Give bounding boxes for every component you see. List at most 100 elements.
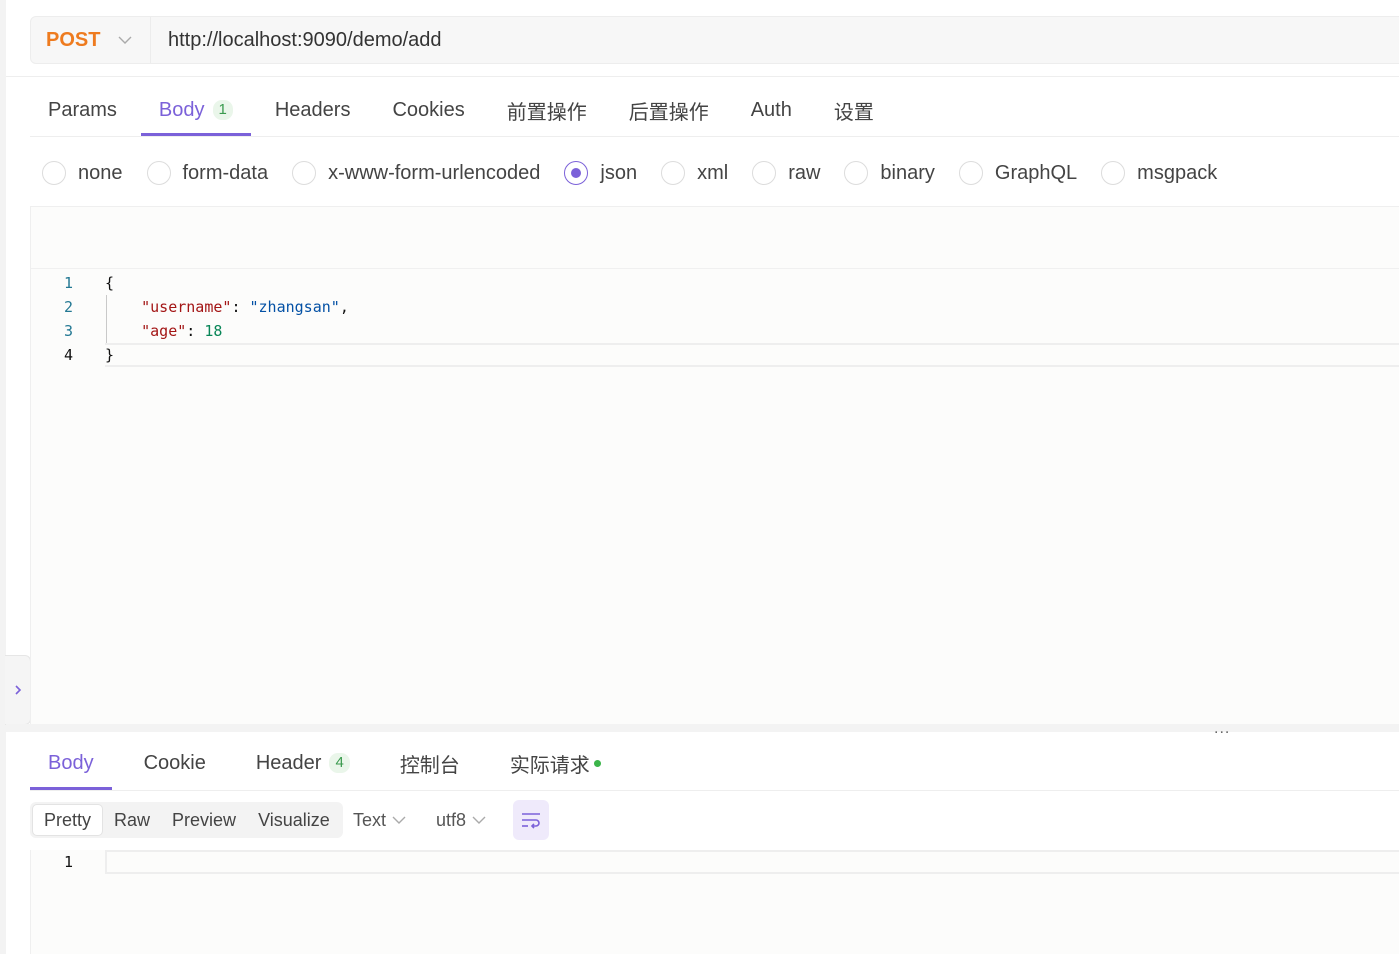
code-line: 4 }: [31, 343, 1399, 367]
resp-tab-actual-request[interactable]: 实际请求: [492, 736, 619, 790]
json-number-value: 18: [204, 322, 223, 340]
left-edge: [0, 0, 6, 954]
tab-post-processors[interactable]: 后置操作: [611, 84, 727, 136]
radio-button-checked[interactable]: [564, 161, 589, 185]
tab-label: Cookies: [392, 98, 465, 121]
sidebar-expand-toggle[interactable]: [5, 655, 31, 725]
divider: [30, 790, 1399, 791]
radio-button[interactable]: [1101, 161, 1126, 185]
radio-label: GraphQL: [994, 161, 1078, 184]
json-comma: ,: [339, 298, 349, 316]
tab-label: 前置操作: [506, 101, 587, 124]
word-wrap-button[interactable]: [513, 800, 549, 840]
resp-tab-console[interactable]: 控制台: [382, 736, 478, 790]
line-number: 1: [63, 853, 73, 871]
encoding-dropdown[interactable]: utf8: [436, 802, 486, 838]
json-separator: :: [231, 298, 250, 316]
more-dots-icon[interactable]: ...: [1214, 720, 1230, 738]
radio-button[interactable]: [661, 161, 686, 185]
tab-label: Auth: [750, 98, 792, 121]
tab-badge: 1: [212, 100, 233, 120]
tab-label: 后置操作: [628, 101, 709, 124]
code-line: 1 {: [31, 271, 1399, 295]
word-wrap-icon: [522, 813, 540, 829]
code-line: 1: [31, 850, 1399, 874]
divider: [6, 76, 1399, 77]
view-raw[interactable]: Raw: [103, 804, 161, 836]
tab-label: 实际请求: [509, 754, 590, 777]
status-dot-icon: [593, 759, 601, 767]
view-pretty[interactable]: Pretty: [32, 804, 104, 836]
body-type-form-data[interactable]: form-data: [146, 161, 269, 185]
tab-label: Headers: [274, 98, 351, 121]
line-number: 1: [63, 274, 73, 292]
body-type-graphql[interactable]: GraphQL: [958, 161, 1078, 185]
chevron-down-icon: [118, 33, 132, 47]
radio-dot: [571, 168, 582, 178]
tab-label: Cookie: [143, 751, 206, 774]
tab-label: Header: [255, 751, 322, 774]
code-text: "username": "zhangsan",: [105, 298, 349, 316]
panel-splitter[interactable]: [6, 724, 1399, 732]
radio-button[interactable]: [958, 161, 983, 185]
radio-label: xml: [697, 161, 729, 184]
radio-button[interactable]: [844, 161, 869, 185]
resp-tab-cookie[interactable]: Cookie: [126, 736, 224, 790]
method-label: POST: [46, 28, 101, 51]
chevron-down-icon: [472, 815, 486, 825]
format-dropdown[interactable]: Text: [353, 802, 406, 838]
line-number: 3: [63, 322, 73, 340]
url-input[interactable]: http://localhost:9090/demo/add: [168, 29, 442, 52]
view-visualize[interactable]: Visualize: [247, 804, 341, 836]
radio-button[interactable]: [292, 161, 317, 185]
line-number: 2: [63, 298, 73, 316]
tab-body[interactable]: Body 1: [140, 84, 251, 136]
tab-pre-processors[interactable]: 前置操作: [489, 84, 605, 136]
tab-label: Params: [48, 98, 117, 121]
code-text: {: [105, 274, 114, 292]
body-type-xml[interactable]: xml: [661, 161, 728, 185]
json-key: "username": [141, 298, 232, 316]
code-area[interactable]: 1 { 2 "username": "zhangsan", 3 "age": 1…: [31, 271, 1399, 367]
json-separator: :: [186, 322, 205, 340]
chevron-down-icon: [392, 815, 406, 825]
code-text: }: [105, 346, 114, 364]
radio-button[interactable]: [146, 161, 171, 185]
tab-label: Body: [158, 98, 205, 121]
radio-button[interactable]: [752, 161, 777, 185]
body-type-none[interactable]: none: [42, 161, 123, 185]
tab-params[interactable]: Params: [30, 84, 135, 136]
tab-auth[interactable]: Auth: [733, 84, 810, 136]
view-preview[interactable]: Preview: [161, 804, 247, 836]
code-line: 3 "age": 18: [31, 319, 1399, 343]
tab-badge: 4: [329, 753, 350, 773]
tab-cookies[interactable]: Cookies: [374, 84, 482, 136]
code-text: "age": 18: [105, 322, 222, 340]
body-type-raw[interactable]: raw: [752, 161, 820, 185]
line-number: 4: [63, 346, 73, 364]
body-type-urlencoded[interactable]: x-www-form-urlencoded: [292, 161, 540, 185]
tab-label: 设置: [833, 101, 874, 124]
request-body-editor[interactable]: 1 { 2 "username": "zhangsan", 3 "age": 1…: [30, 206, 1399, 726]
radio-label: binary: [880, 161, 935, 184]
body-type-json[interactable]: json: [564, 161, 637, 185]
resp-tab-body[interactable]: Body: [30, 736, 112, 790]
body-type-selector: none form-data x-www-form-urlencoded jso…: [42, 155, 1241, 191]
radio-button[interactable]: [42, 161, 66, 185]
radio-label: x-www-form-urlencoded: [328, 161, 541, 184]
method-select[interactable]: POST: [31, 17, 151, 63]
radio-label: msgpack: [1137, 161, 1218, 184]
view-mode-segmented: Pretty Raw Preview Visualize: [30, 802, 343, 838]
radio-label: form-data: [182, 161, 269, 184]
radio-label: raw: [788, 161, 821, 184]
chevron-right-icon: [14, 685, 21, 695]
tab-headers[interactable]: Headers: [257, 84, 369, 136]
divider: [30, 136, 1399, 137]
format-value: Text: [353, 809, 387, 830]
json-string-value: "zhangsan": [249, 298, 340, 316]
body-type-msgpack[interactable]: msgpack: [1101, 161, 1217, 185]
response-body-editor[interactable]: 1: [30, 850, 1399, 954]
resp-tab-header[interactable]: Header 4: [238, 736, 368, 790]
tab-settings[interactable]: 设置: [816, 84, 892, 136]
body-type-binary[interactable]: binary: [844, 161, 935, 185]
